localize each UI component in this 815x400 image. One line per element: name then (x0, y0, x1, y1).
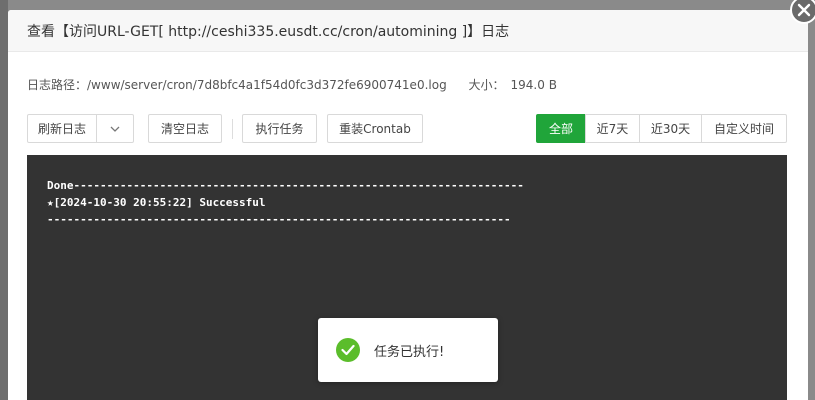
close-icon (797, 3, 811, 17)
toast-message: 任务已执行! (374, 344, 445, 360)
check-circle-icon (336, 338, 360, 362)
range-7-days-button[interactable]: 近7天 (585, 114, 640, 143)
refresh-dropdown-button[interactable] (96, 114, 134, 143)
success-toast: 任务已执行! (318, 318, 498, 382)
toolbar-divider (232, 119, 233, 139)
log-path-label: 日志路径： (27, 78, 88, 92)
log-line: ★[2024-10-30 20:55:22] Successful (47, 196, 266, 209)
refresh-log-button[interactable]: 刷新日志 (27, 114, 97, 143)
time-range-group: 全部 近7天 近30天 自定义时间 (536, 114, 787, 143)
log-size-label: 大小： (468, 78, 505, 92)
log-line: Done------------------------------------… (47, 179, 524, 192)
clear-log-button[interactable]: 清空日志 (148, 114, 222, 143)
reinstall-crontab-button[interactable]: 重装Crontab (327, 114, 423, 143)
log-line: ----------------------------------------… (47, 213, 511, 226)
log-path-row: 日志路径：/www/server/cron/7d8bfc4a1f54d0fc3d… (27, 76, 557, 93)
page-backdrop (0, 0, 8, 400)
log-size-value: 194.0 B (510, 78, 557, 92)
log-toolbar: 刷新日志 清空日志 执行任务 重装Crontab 全部 近7天 近30天 自定义… (27, 114, 787, 144)
range-all-button[interactable]: 全部 (536, 114, 586, 143)
dialog-title: 查看【访问URL-GET[ http://ceshi335.eusdt.cc/c… (8, 10, 808, 52)
close-dialog-button[interactable] (790, 0, 815, 24)
run-task-button[interactable]: 执行任务 (242, 114, 317, 143)
chevron-down-icon (110, 126, 120, 132)
log-path-value: /www/server/cron/7d8bfc4a1f54d0fc3d372fe… (87, 78, 447, 92)
range-30-days-button[interactable]: 近30天 (639, 114, 702, 143)
range-custom-button[interactable]: 自定义时间 (701, 114, 787, 143)
